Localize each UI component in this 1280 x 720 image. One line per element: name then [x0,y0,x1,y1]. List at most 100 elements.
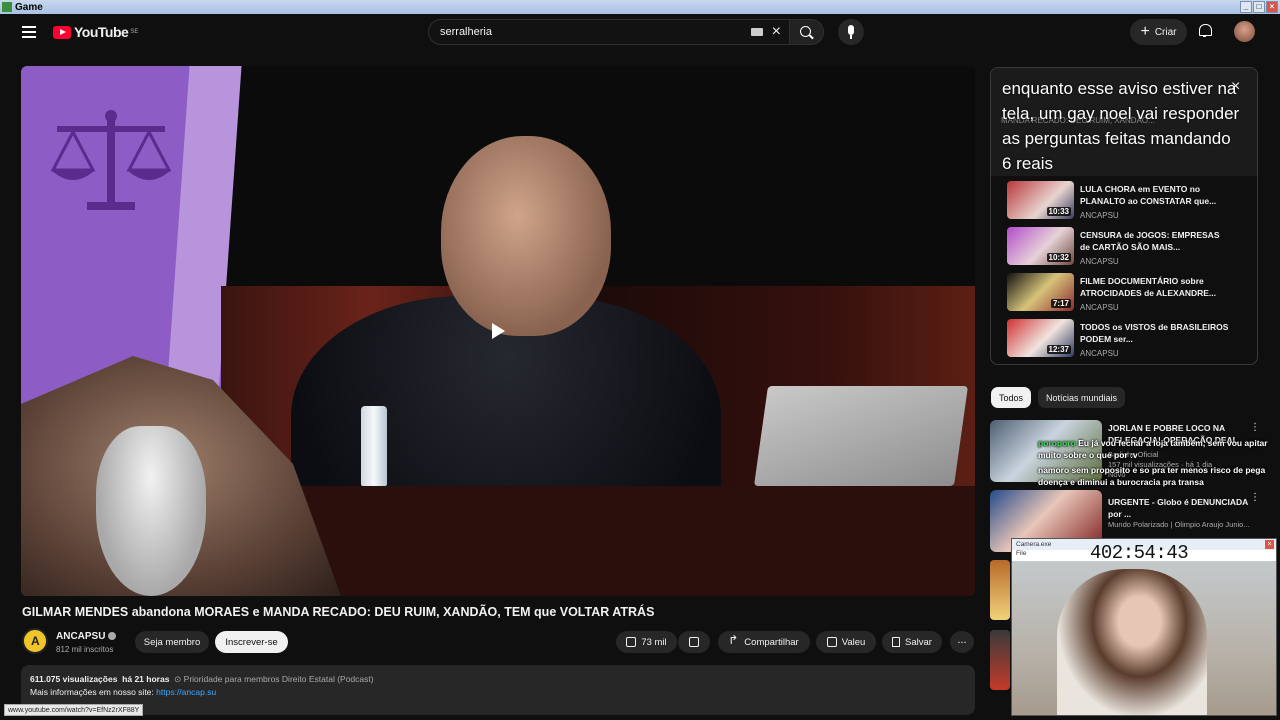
channel-avatar[interactable] [22,628,48,654]
youtube-play-icon [53,25,71,39]
search-box: × [428,19,790,45]
webcam-window: Camera.exe × File 402:54:43 [1011,538,1277,716]
chat-username: poroporo [1038,438,1076,448]
notifications-bell-icon[interactable] [1198,23,1212,37]
country-code: SE [130,29,139,35]
status-bar-url: www.youtube.com/watch?v=EfNz2rXF88Y [4,704,144,716]
stream-timer: 402:54:43 [1090,542,1189,564]
masthead: YouTube SE × + Criar [0,14,1280,52]
search-input[interactable] [440,26,730,38]
share-button[interactable]: Compartilhar [718,631,810,653]
description-stats: 611.075 visualizações há 21 horas ⊙ Prio… [30,674,374,685]
playlist-panel: MANDA RECADO: DEU RUIM, XANDÃO... enquan… [990,67,1258,365]
presenter-beard [96,426,206,596]
thanks-label: Valeu [841,636,866,648]
stream-alert-text: enquanto esse aviso estiver na tela, um … [1002,79,1240,173]
account-avatar[interactable] [1234,21,1255,42]
playlist-item[interactable]: 12:37 TODOS os VISTOS de BRASILEIROS POD… [1007,319,1255,363]
save-button[interactable]: Salvar [882,631,942,653]
more-actions-button[interactable]: ... [950,631,974,653]
duration-badge: 10:33 [1046,207,1071,216]
minimize-icon[interactable]: _ [1240,1,1252,13]
duration-badge: 10:32 [1046,253,1071,262]
close-playlist-icon[interactable]: × [1231,78,1240,96]
verified-icon [108,632,116,640]
info-prefix: Mais informações em nosso site: [30,687,154,697]
more-options-icon[interactable]: ⋮ [1250,492,1260,503]
window-titlebar: Game _ □ × [0,0,1280,14]
chip-all[interactable]: Todos [991,387,1032,408]
upload-age: há 21 horas [122,674,170,684]
duration-badge: 7:17 [1050,299,1071,308]
playlist-item-channel: ANCAPSU [1080,211,1119,220]
thanks-button[interactable]: Valeu [816,631,876,653]
streamer-figure [1057,569,1207,715]
recommendation-title: URGENTE - Globo é DENUNCIADA por ... [1108,497,1248,519]
laptop [753,386,969,486]
clear-search-icon[interactable]: × [772,24,781,40]
sanitizer-bottle [361,406,387,486]
playlist-item-channel: ANCAPSU [1080,257,1119,266]
subscriber-count: 812 mil inscritos [56,645,114,654]
playlist-thumbnail: 7:17 [1007,273,1074,311]
hamburger-menu-icon[interactable] [22,26,36,38]
brand-wordmark: YouTube [74,24,129,40]
save-label: Salvar [905,636,932,648]
search-button[interactable] [790,19,824,45]
subscribe-button[interactable]: Inscrever-se [215,631,288,653]
plus-icon: + [1140,23,1150,40]
playlist-item-title: CENSURA de JOGOS: EMPRESAS de CARTÃO SÃO… [1080,230,1220,252]
playlist-thumbnail: 10:33 [1007,181,1074,219]
recommendation-thumbnail-partial[interactable] [990,630,1010,690]
window-title: Game [15,1,43,13]
join-button[interactable]: Seja membro [135,631,209,653]
like-count: 73 mil [641,636,667,648]
scales-of-justice-icon [51,110,171,210]
window-controls: _ □ × [1240,1,1278,13]
playlist-item-channel: ANCAPSU [1080,349,1119,358]
keyboard-icon[interactable] [751,28,763,36]
playlist-item[interactable]: 7:17 FILME DOCUMENTÁRIO sobre ATROCIDADE… [1007,273,1255,317]
website-link[interactable]: https://ancap.su [156,687,216,697]
like-button[interactable]: 73 mil [616,631,677,653]
description-tags: Prioridade para membros Direito Estatal … [183,674,374,684]
webcam-menu[interactable]: File [1016,550,1026,557]
webcam-close-icon[interactable]: × [1265,540,1274,549]
playlist-item-title: FILME DOCUMENTÁRIO sobre ATROCIDADES de … [1080,276,1217,298]
playlist-thumbnail: 10:32 [1007,227,1074,265]
more-options-icon[interactable]: ⋮ [1250,422,1260,433]
video-title: GILMAR MENDES abandona MORAES e MANDA RE… [22,605,655,619]
playlist-item-title: TODOS os VISTOS de BRASILEIROS PODEM ser… [1080,322,1229,344]
recommendation-thumbnail-partial[interactable] [990,560,1010,620]
channel-name[interactable]: ANCAPSU [56,631,105,642]
app-icon [2,2,12,12]
duration-badge: 12:37 [1046,345,1071,354]
youtube-logo[interactable]: YouTube SE [53,24,138,40]
create-button[interactable]: + Criar [1130,19,1187,45]
playlist-thumbnail: 12:37 [1007,319,1074,357]
thumbs-down-icon [689,637,699,647]
chip-world-news[interactable]: Notícias mundiais [1038,387,1126,408]
video-player[interactable] [21,66,975,596]
playlist-item-title: LULA CHORA em EVENTO no PLANALTO ao CONS… [1080,184,1217,206]
playlist-item[interactable]: 10:33 LULA CHORA em EVENTO no PLANALTO a… [1007,181,1255,225]
recommendation-meta: Mundo Polarizado | Olimpio Araujo Junio.… [1108,520,1258,530]
stream-chat-overlay: poroporo Eu já vou fechar a loja também,… [1038,437,1276,491]
save-icon [892,637,901,647]
recommendation-channel: Mundo Polarizado | Olimpio Araujo Junio.… [1108,520,1250,529]
maximize-icon[interactable]: □ [1253,1,1265,13]
play-icon[interactable] [487,320,509,342]
dislike-button[interactable] [678,631,710,653]
judge-head [441,136,611,336]
playlist-item-channel: ANCAPSU [1080,303,1119,312]
view-count: 611.075 visualizações [30,674,118,684]
description-info: Mais informações em nosso site: https://… [30,687,216,697]
close-window-icon[interactable]: × [1266,1,1278,13]
chat-message: namoro sem proposito e so pra ter menos … [1038,465,1266,487]
heart-dollar-icon [826,637,837,647]
share-label: Compartilhar [744,636,799,648]
voice-search-icon[interactable] [838,19,864,45]
members-priority-icon: ⊙ [174,674,182,684]
thumbs-up-icon [626,637,637,647]
playlist-item[interactable]: 10:32 CENSURA de JOGOS: EMPRESAS de CART… [1007,227,1255,271]
